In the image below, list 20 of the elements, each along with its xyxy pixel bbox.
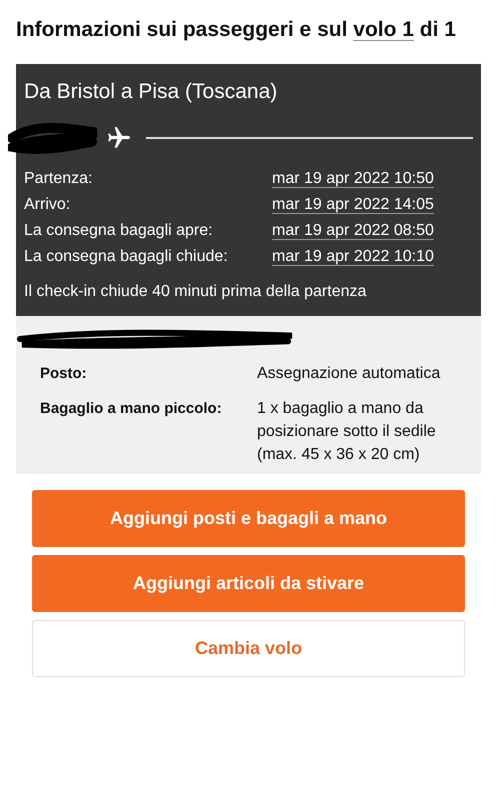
time-value: mar 19 apr 2022 14:05 — [272, 194, 434, 214]
time-label: La consegna bagagli chiude: — [24, 246, 229, 266]
action-button[interactable]: Aggiungi articoli da stivare — [32, 554, 465, 612]
detail-value: (max. 45 x 36 x 20 cm) — [257, 444, 421, 464]
time-label: La consegna bagagli apre: — [24, 220, 214, 240]
time-label: Partenza: — [24, 168, 94, 188]
time-value: mar 19 apr 2022 10:10 — [272, 246, 434, 266]
time-value: mar 19 apr 2022 08:50 — [272, 220, 434, 240]
time-value: mar 19 apr 2022 10:50 — [272, 168, 434, 188]
page-heading: Informazioni sui passeggeri e sul volo 1 di 1 — [15, 17, 457, 43]
detail-label: Bagaglio a mano piccolo: — [40, 398, 223, 418]
action-button[interactable]: Cambia volo — [32, 620, 465, 676]
check-in-note: Il check-in chiude 40 minuti prima della partenza — [24, 282, 368, 302]
time-label: Arrivo: — [24, 194, 72, 214]
detail-label: Posto: — [40, 364, 88, 384]
action-button[interactable]: Aggiungi posti e bagagli a mano — [32, 490, 465, 546]
flight-link[interactable]: volo 1 — [353, 18, 414, 41]
detail-value: Assegnazione automatica — [257, 364, 440, 384]
detail-value: 1 x bagaglio a mano da posizionare sotto il sedile — [257, 398, 437, 442]
route-title: Da Bristol a Pisa (Toscana) — [24, 79, 278, 105]
